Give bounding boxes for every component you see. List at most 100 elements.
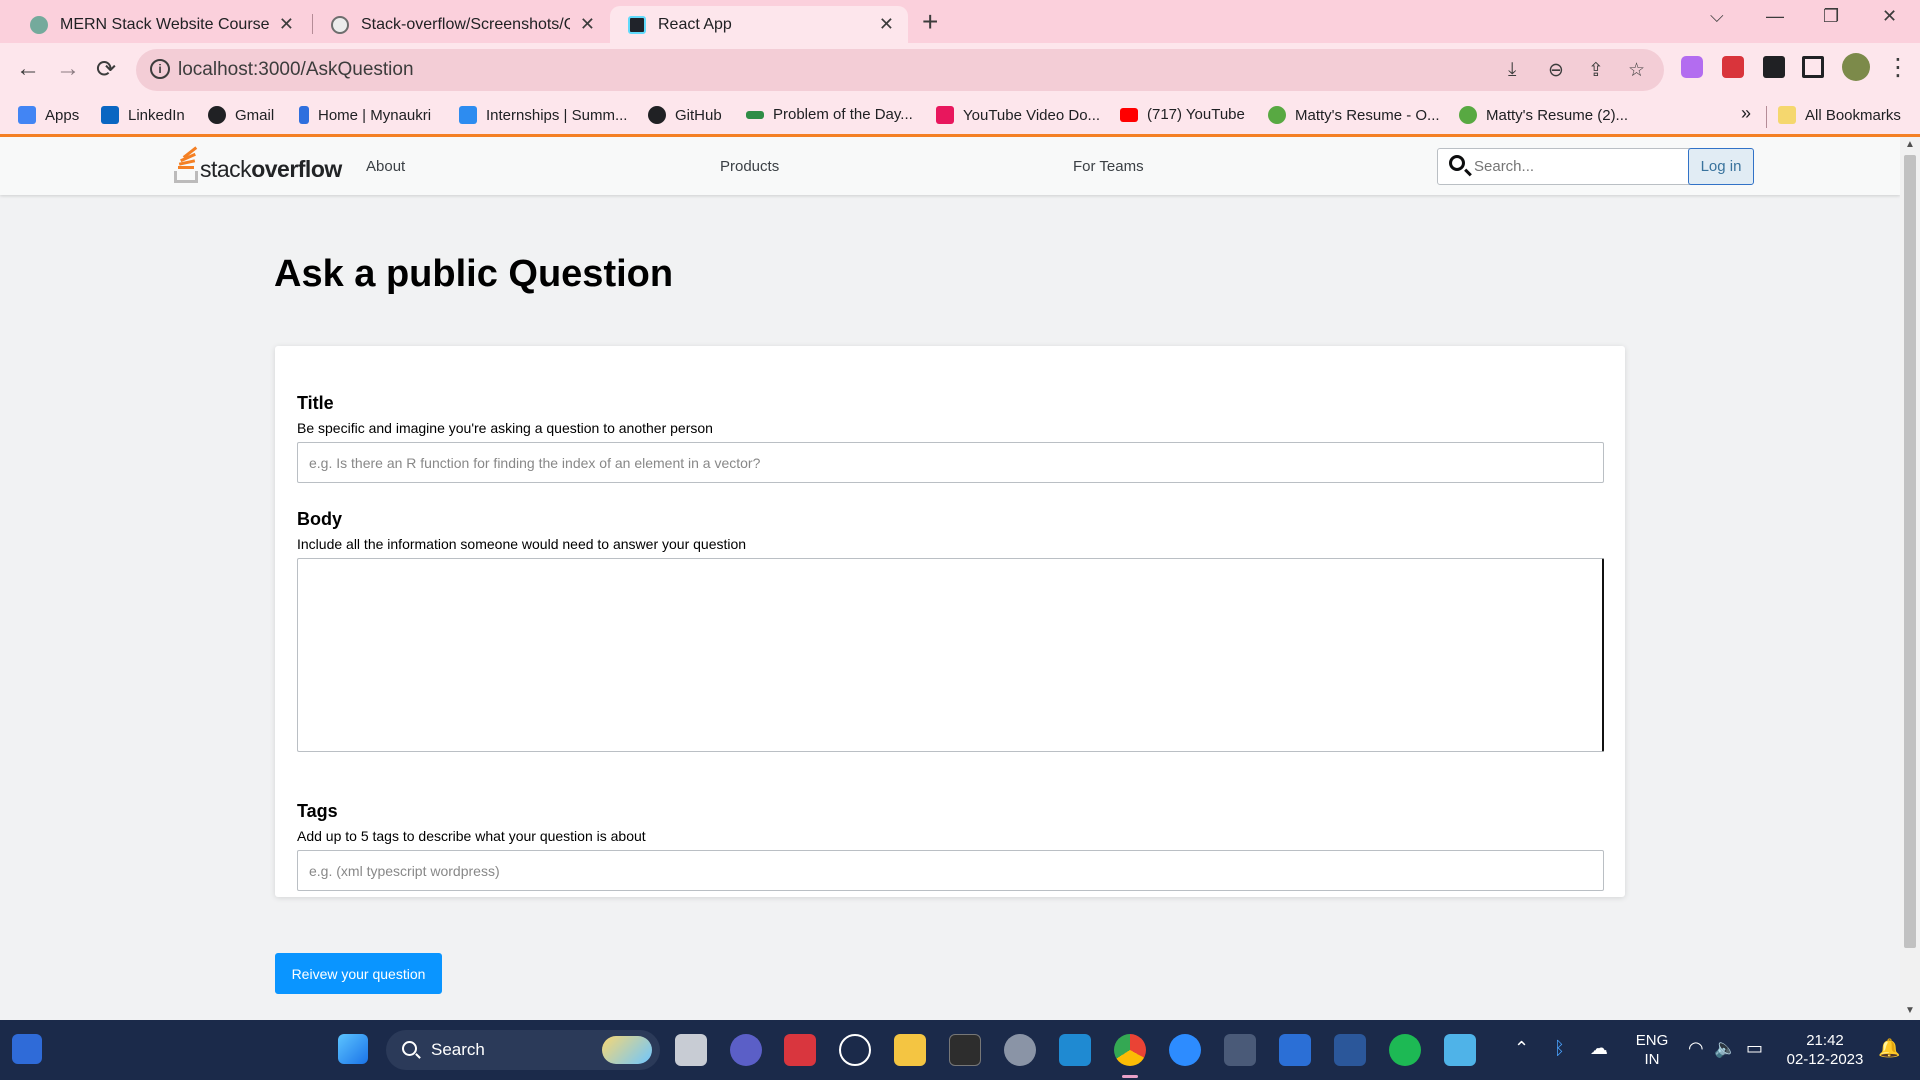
site-search-box: [1437, 148, 1693, 185]
back-button[interactable]: ←: [16, 55, 40, 83]
extension-icon[interactable]: [1681, 56, 1703, 78]
terminal-icon[interactable]: [949, 1034, 981, 1066]
close-window-button[interactable]: ✕: [1882, 6, 1897, 27]
omnibox[interactable]: i localhost:3000/AskQuestion ⤓ ⊖ ⇪ ☆: [136, 49, 1664, 91]
bookmark-label: LinkedIn: [128, 106, 185, 124]
chrome-icon[interactable]: [1114, 1034, 1146, 1066]
bookmark-label: Matty's Resume (2)...: [1486, 106, 1629, 124]
bookmark-gfg-potd[interactable]: Problem of the Day...: [746, 106, 913, 123]
notepad-icon[interactable]: [1444, 1034, 1476, 1066]
bookmark-resume-1[interactable]: Matty's Resume - O...: [1268, 106, 1440, 124]
bookmark-linkedin[interactable]: LinkedIn: [101, 106, 185, 124]
profile-avatar[interactable]: [1842, 53, 1870, 81]
task-view-icon[interactable]: [675, 1034, 707, 1066]
login-button[interactable]: Log in: [1688, 148, 1754, 185]
zoom-icon[interactable]: [1169, 1034, 1201, 1066]
close-tab-icon[interactable]: ✕: [580, 14, 595, 35]
stackoverflow-logo[interactable]: stackoverflow: [174, 146, 342, 183]
onedrive-icon[interactable]: ☁: [1590, 1038, 1608, 1059]
new-tab-button[interactable]: +: [922, 6, 938, 38]
clock[interactable]: 21:42 02-12-2023: [1780, 1031, 1870, 1069]
bookmark-apps[interactable]: Apps: [18, 106, 79, 124]
bookmarks-bar: Apps LinkedIn Gmail Home | Mynaukri Inte…: [0, 98, 1920, 137]
close-tab-icon[interactable]: ✕: [279, 14, 294, 35]
windows-start-icon[interactable]: [338, 1034, 368, 1064]
bookmark-label: Gmail: [235, 106, 275, 124]
taskbar-search[interactable]: Search: [386, 1030, 660, 1070]
bookmark-star-icon[interactable]: ☆: [1628, 59, 1645, 82]
bookmark-internships[interactable]: Internships | Summ...: [459, 106, 627, 124]
extension-icon[interactable]: [1722, 56, 1744, 78]
windows-taskbar: Search ⌃ ᛒ ☁ ENG IN ◠ 🔈 ▭ 21:42 02-12-20…: [0, 1020, 1920, 1080]
body-textarea[interactable]: [297, 558, 1604, 752]
minimize-button[interactable]: —: [1766, 6, 1784, 27]
review-question-button[interactable]: Reivew your question: [275, 953, 442, 994]
logo-text-bold: overflow: [251, 156, 342, 182]
internshala-icon: [459, 106, 477, 124]
site-info-icon[interactable]: i: [150, 59, 170, 79]
close-tab-icon[interactable]: ✕: [879, 14, 894, 35]
file-explorer-icon[interactable]: [894, 1034, 926, 1066]
bluetooth-icon[interactable]: ᛒ: [1554, 1038, 1565, 1059]
spotify-icon[interactable]: [1389, 1034, 1421, 1066]
teams-chat-icon[interactable]: [730, 1034, 762, 1066]
page-viewport: stackoverflow About Products For Teams L…: [0, 137, 1900, 1020]
bookmark-mynaukri[interactable]: Home | Mynaukri: [299, 106, 431, 124]
language-indicator[interactable]: ENG IN: [1634, 1031, 1670, 1069]
notification-bell-icon[interactable]: 🔔: [1878, 1038, 1900, 1059]
bookmark-label: Home | Mynaukri: [318, 106, 432, 124]
show-hidden-icons-chevron[interactable]: ⌃: [1514, 1038, 1529, 1059]
word-icon[interactable]: [1334, 1034, 1366, 1066]
bookmark-gmail[interactable]: Gmail: [208, 106, 274, 124]
url-text[interactable]: localhost:3000/AskQuestion: [178, 59, 414, 81]
bookmark-github[interactable]: GitHub: [648, 106, 722, 124]
extensions-puzzle-icon[interactable]: [1763, 56, 1785, 78]
forward-button[interactable]: →: [56, 55, 80, 83]
bookmark-label: Apps: [45, 106, 80, 124]
scrollbar-thumb[interactable]: [1904, 155, 1916, 948]
news-app-icon[interactable]: [784, 1034, 816, 1066]
scroll-up-arrow-icon[interactable]: ▲: [1905, 139, 1915, 150]
tab-search-dropdown-icon[interactable]: ⌵: [1710, 6, 1724, 27]
share-icon[interactable]: ⇪: [1588, 59, 1604, 82]
dev-home-icon[interactable]: [1224, 1034, 1256, 1066]
react-icon: [628, 15, 646, 34]
bookmarks-overflow-button[interactable]: »: [1741, 103, 1751, 124]
browser-tab-react-app[interactable]: React App ✕: [610, 6, 908, 43]
tags-label: Tags: [297, 801, 338, 821]
page-scrollbar[interactable]: ▲ ▼: [1900, 137, 1920, 1020]
nav-link-products[interactable]: Products: [720, 158, 779, 175]
menu-kebab-icon[interactable]: ⋮: [1886, 53, 1910, 82]
bookmark-label: All Bookmarks: [1805, 106, 1901, 124]
speaker-muted-icon[interactable]: 🔈: [1714, 1038, 1736, 1059]
download-icon: [936, 106, 954, 124]
install-app-icon[interactable]: ⤓: [1508, 59, 1516, 81]
browser-tab-github[interactable]: Stack-overflow/Screenshots/Qu ✕: [313, 6, 609, 43]
store-icon[interactable]: [1279, 1034, 1311, 1066]
all-bookmarks-folder[interactable]: All Bookmarks: [1778, 106, 1901, 124]
bookmark-youtube-downloader[interactable]: YouTube Video Do...: [936, 106, 1100, 124]
browser-tab-mern-course[interactable]: MERN Stack Website Course ✕: [12, 6, 308, 43]
scroll-down-arrow-icon[interactable]: ▼: [1905, 1005, 1915, 1016]
reload-button[interactable]: ⟳: [96, 55, 116, 84]
widgets-icon[interactable]: [12, 1034, 42, 1064]
settings-gear-icon[interactable]: [1004, 1034, 1036, 1066]
nav-link-for-teams[interactable]: For Teams: [1073, 158, 1144, 175]
bookmark-youtube[interactable]: (717) YouTube: [1120, 106, 1245, 123]
title-input[interactable]: [297, 442, 1604, 483]
bookmark-label: Internships | Summ...: [486, 106, 628, 124]
restore-button[interactable]: ❐: [1823, 6, 1839, 27]
side-panel-icon[interactable]: [1802, 56, 1824, 78]
dell-icon[interactable]: [839, 1034, 871, 1066]
nav-link-about[interactable]: About: [366, 158, 405, 175]
vscode-icon[interactable]: [1059, 1034, 1091, 1066]
bookmark-label: GitHub: [675, 106, 722, 124]
battery-icon[interactable]: ▭: [1746, 1038, 1763, 1059]
bookmark-resume-2[interactable]: Matty's Resume (2)...: [1459, 106, 1628, 124]
tags-input[interactable]: [297, 850, 1604, 891]
wifi-icon[interactable]: ◠: [1688, 1038, 1704, 1059]
site-search-input[interactable]: [1474, 155, 1684, 177]
region-code: IN: [1644, 1051, 1660, 1068]
zoom-icon[interactable]: ⊖: [1548, 59, 1564, 82]
tab-title: Stack-overflow/Screenshots/Qu: [361, 15, 570, 33]
